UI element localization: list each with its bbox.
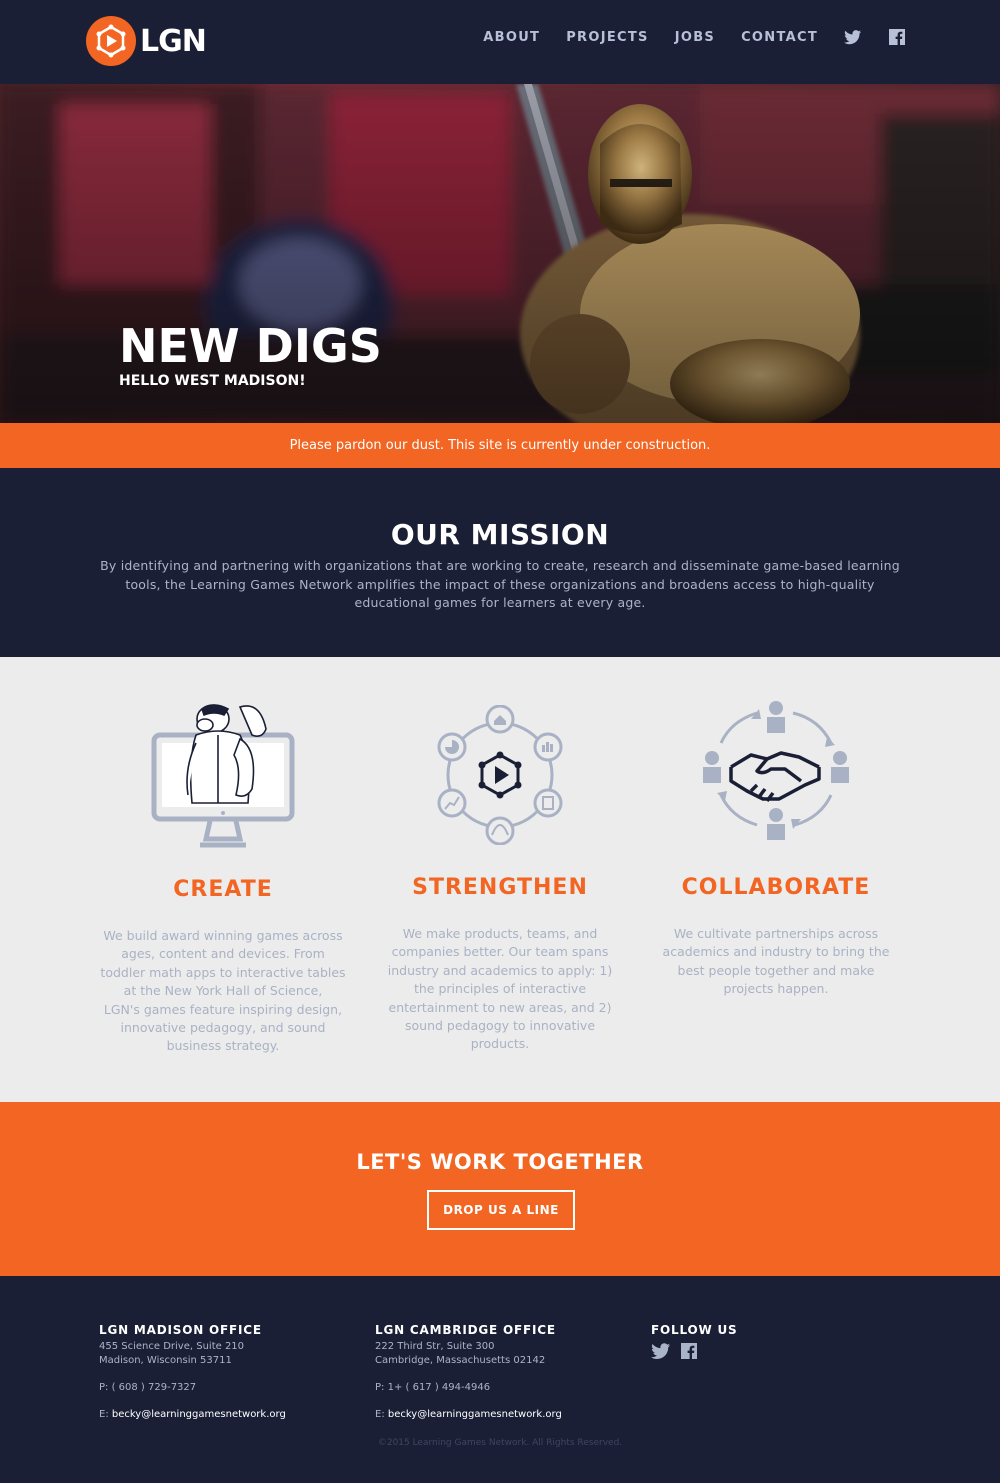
facebook-icon[interactable] [681,1343,697,1363]
nav-link-jobs[interactable]: JOBS [675,30,715,45]
twitter-icon[interactable] [651,1343,671,1363]
feature-line: toddler math apps to interactive tables [100,964,346,980]
feature-line: ages, content and devices. From [121,946,325,962]
follow-us: FOLLOW US [651,1323,737,1363]
office-phone: P: 1+ ( 617 ) 494-4946 [375,1382,491,1393]
feature-line: sound pedagogy to innovative [404,1018,596,1034]
office-address-line1: 222 Third Str, Suite 300 [375,1341,495,1352]
footer: LGN MADISON OFFICE 455 Science Drive, Su… [0,1276,1000,1483]
office-address-line2: Madison, Wisconsin 53711 [99,1355,232,1366]
office-email: E: becky@learninggamesnetwork.org [99,1408,286,1422]
feature-strengthen: STRENGTHEN We make products, teams, and … [370,657,630,1102]
cta-title: LET'S WORK TOGETHER [356,1150,644,1174]
feature-line: We build award winning games across [103,928,343,943]
logo-text: LGN [140,23,207,59]
feature-title: CREATE [173,877,273,902]
copyright: ©2015 Learning Games Network. All Rights… [377,1438,623,1448]
feature-line: LGN's games feature inspiring design, [103,1001,343,1017]
logo[interactable]: LGN [86,16,207,66]
feature-line: academics and industry to bring the [662,944,890,960]
nav-link-projects[interactable]: PROJECTS [566,30,648,45]
office-title: LGN MADISON OFFICE [99,1323,262,1337]
feature-line: entertainment to new areas, and 2) [388,999,612,1015]
logo-hex-icon [86,16,136,66]
feature-description: We build award winning games across ages… [93,927,353,1056]
email-prefix: E: [375,1409,388,1420]
feature-create: CREATE We build award winning games acro… [93,657,353,1102]
mission-section: OUR MISSION By identifying and partnerin… [0,468,1000,657]
cambridge-office: LGN CAMBRIDGE OFFICE 222 Third Str, Suit… [375,1323,562,1422]
follow-title: FOLLOW US [651,1323,738,1337]
email-link[interactable]: becky@learninggamesnetwork.org [388,1409,562,1420]
network-hub-icon [437,705,563,845]
features-section: CREATE We build award winning games acro… [0,657,1000,1102]
hero-title: NEW DIGS [119,319,382,373]
hero: NEW DIGS HELLO WEST MADISON! [0,84,1000,423]
nav-links: ABOUT PROJECTS JOBS CONTACT [457,28,906,46]
feature-line: We make products, teams, and [402,926,598,941]
mission-line: By identifying and partnering with organ… [100,558,900,573]
feature-line: products. [470,1036,530,1052]
office-title: LGN CAMBRIDGE OFFICE [375,1323,556,1337]
email-prefix: E: [99,1409,112,1420]
monitor-character-icon [151,704,295,848]
mission-text: By identifying and partnering with organ… [100,557,900,613]
top-nav: LGN ABOUT PROJECTS JOBS CONTACT [0,0,1000,84]
feature-title: COLLABORATE [681,875,871,900]
email-link[interactable]: becky@learninggamesnetwork.org [112,1409,286,1420]
feature-line: companies better. Our team spans [391,944,609,960]
feature-line: projects happen. [723,981,829,997]
mission-line: tools, the Learning Games Network amplif… [125,576,875,592]
feature-line: best people together and make [677,962,875,978]
office-email: E: becky@learninggamesnetwork.org [375,1408,562,1422]
mission-line: educational games for learners at every … [354,595,646,610]
cta-section: LET'S WORK TOGETHER DROP US A LINE [0,1102,1000,1276]
follow-icons [651,1343,737,1363]
feature-line: business strategy. [166,1038,280,1054]
mission-title: OUR MISSION [390,518,610,551]
feature-line: at the New York Hall of Science, [123,983,323,999]
feature-description: We cultivate partnerships across academi… [646,925,906,999]
feature-line: industry and academics to apply: 1) [387,962,613,978]
madison-office: LGN MADISON OFFICE 455 Science Drive, Su… [99,1323,286,1422]
feature-title: STRENGTHEN [412,875,588,900]
drop-us-a-line-button[interactable]: DROP US A LINE [427,1190,575,1230]
nav-link-contact[interactable]: CONTACT [741,30,818,45]
office-address-line2: Cambridge, Massachusetts 02142 [375,1355,546,1366]
feature-line: the principles of interactive [413,981,587,997]
construction-banner: Please pardon our dust. This site is cur… [0,423,1000,468]
office-address-line1: 455 Science Drive, Suite 210 [99,1341,245,1352]
feature-line: innovative pedagogy, and sound [120,1020,326,1036]
hero-subtitle: HELLO WEST MADISON! [119,373,306,389]
feature-line: We cultivate partnerships across [673,926,879,941]
banner-text: Please pardon our dust. This site is cur… [289,438,711,453]
handshake-icon [703,701,849,840]
facebook-icon[interactable] [888,28,906,46]
nav-link-about[interactable]: ABOUT [483,30,540,45]
twitter-icon[interactable] [844,28,862,46]
feature-collaborate: COLLABORATE We cultivate partnerships ac… [646,657,906,1102]
office-phone: P: ( 608 ) 729-7327 [99,1382,197,1393]
feature-description: We make products, teams, and companies b… [370,925,630,1054]
